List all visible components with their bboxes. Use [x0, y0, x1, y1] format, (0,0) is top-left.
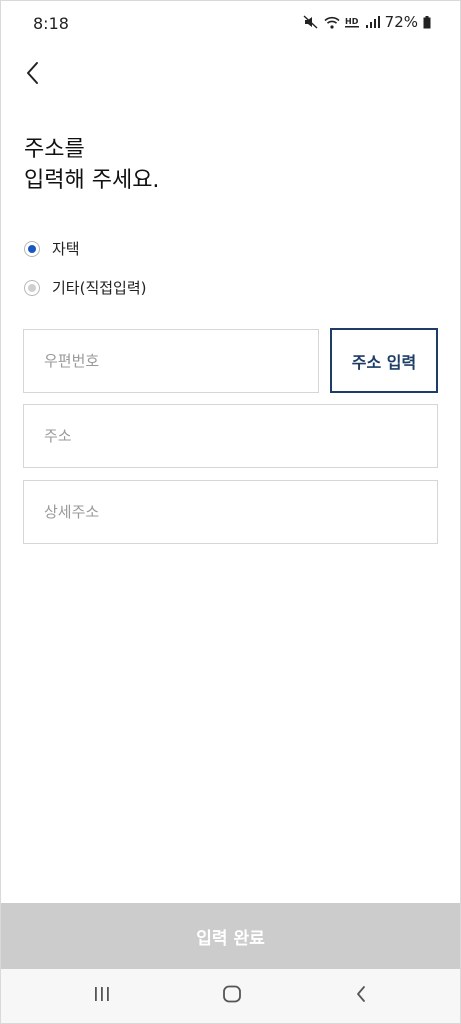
status-bar: 8:18 HD 72% [0, 0, 461, 46]
radio-option-home[interactable]: 자택 [24, 238, 80, 259]
page-title-line-1: 주소를 [24, 137, 85, 162]
wifi-icon [324, 16, 340, 29]
home-icon [222, 985, 242, 1007]
radio-label-other: 기타(직접입력) [52, 279, 147, 297]
home-button[interactable] [217, 983, 247, 1009]
recents-button[interactable] [87, 983, 117, 1009]
nav-back-button[interactable] [346, 983, 376, 1009]
zip-code-input[interactable] [44, 352, 318, 370]
svg-text:HD: HD [345, 17, 359, 26]
back-button[interactable] [16, 58, 48, 92]
detail-address-input[interactable] [44, 503, 437, 521]
page-title: 주소를 입력해 주세요. [24, 134, 159, 196]
submit-button[interactable]: 입력 완료 [1, 903, 460, 969]
battery-percent: 72% [384, 13, 418, 31]
zip-code-field[interactable] [23, 329, 319, 393]
mute-icon [303, 15, 319, 29]
chevron-left-icon [25, 61, 39, 89]
page-title-line-2: 입력해 주세요. [24, 168, 160, 193]
address-field[interactable] [23, 404, 438, 468]
system-nav-bar [1, 969, 460, 1023]
radio-option-other[interactable]: 기타(직접입력) [24, 277, 147, 298]
back-icon [355, 985, 367, 1007]
hd-voice-icon: HD [344, 16, 361, 29]
radio-unselected-icon[interactable] [24, 279, 40, 296]
radio-selected-icon[interactable] [24, 240, 40, 257]
signal-icon [365, 16, 380, 28]
recents-icon [93, 986, 111, 1006]
status-icons: HD 72% [303, 13, 431, 31]
radio-label-home: 자택 [52, 240, 80, 258]
address-input[interactable] [44, 427, 437, 445]
address-search-button[interactable]: 주소 입력 [330, 328, 438, 393]
detail-address-field[interactable] [23, 480, 438, 544]
battery-icon [423, 15, 431, 29]
status-time: 8:18 [33, 14, 69, 33]
